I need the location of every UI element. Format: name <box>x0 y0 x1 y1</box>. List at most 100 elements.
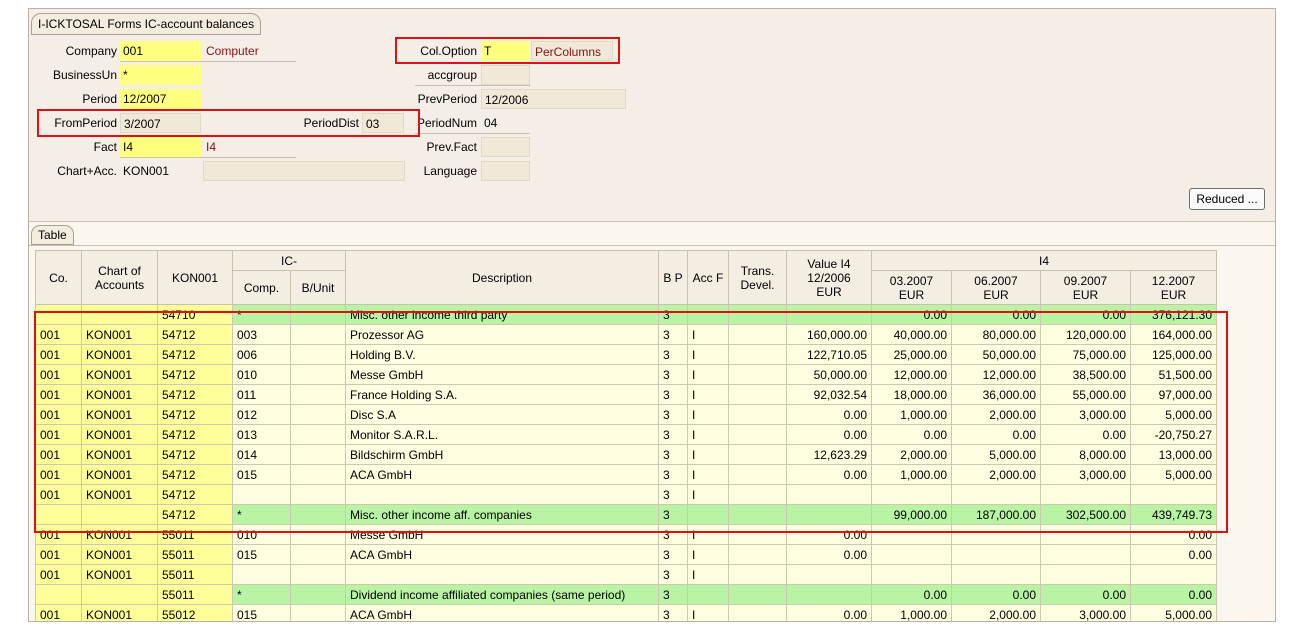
prev-period-field[interactable]: 12/2006 <box>481 89 626 109</box>
cell-bp[interactable]: 3 <box>658 564 688 585</box>
cell-value[interactable]: 0.00 <box>786 544 872 565</box>
cell-ic-company[interactable] <box>232 564 291 585</box>
cell-trans[interactable] <box>728 584 787 605</box>
col-header-trans[interactable]: Trans. Devel. <box>728 250 787 305</box>
table-tab[interactable]: Table <box>31 225 74 245</box>
cell-value[interactable]: 0.00 <box>786 604 872 621</box>
cell-description[interactable]: Dividend income affiliated companies (sa… <box>345 584 659 605</box>
cell-chart[interactable]: KON001 <box>81 604 158 621</box>
cell-business-unit[interactable] <box>290 584 346 605</box>
cell-business-unit[interactable] <box>290 564 346 585</box>
accgroup-field[interactable] <box>481 65 530 85</box>
period-4-date: 12.2007 <box>1151 273 1196 288</box>
table-row[interactable]: 001 KON001 55012 015 ACA GmbH 3 I 0.00 1,000.00 2… <box>35 604 1217 621</box>
cell-period-3[interactable]: 3,000.00 <box>1040 604 1131 621</box>
language-field[interactable] <box>481 161 530 181</box>
cell-trans[interactable] <box>728 544 787 565</box>
col-header-accf[interactable]: Acc F <box>687 250 729 305</box>
period-num-field[interactable]: 04 <box>481 113 530 133</box>
cell-account[interactable]: 55011 <box>157 564 233 585</box>
cell-period-3[interactable] <box>1040 544 1131 565</box>
accgroup-underline <box>415 85 530 86</box>
cell-company[interactable]: 001 <box>35 604 82 621</box>
value-header-line1: Value I4 <box>807 256 851 271</box>
reduced-button[interactable]: Reduced ... <box>1189 188 1265 210</box>
table-row[interactable]: 001 KON001 55011 015 ACA GmbH 3 I 0.00 0.00 <box>35 544 1217 565</box>
cell-value[interactable] <box>786 584 872 605</box>
cell-bp[interactable]: 3 <box>658 584 688 605</box>
col-header-chart[interactable]: Chart of Accounts <box>81 250 158 305</box>
cell-trans[interactable] <box>728 604 787 621</box>
chart-acc-description <box>203 161 405 181</box>
fact-field[interactable]: I4 <box>120 137 201 157</box>
cell-accf[interactable]: I <box>687 564 729 585</box>
table-row[interactable]: 001 KON001 55011 3 I <box>35 564 1217 585</box>
cell-period-2[interactable]: 0.00 <box>951 584 1041 605</box>
cell-period-2[interactable]: 2,000.00 <box>951 604 1041 621</box>
cell-ic-company[interactable]: 015 <box>232 544 291 565</box>
cell-business-unit[interactable] <box>290 544 346 565</box>
cell-accf[interactable]: I <box>687 604 729 621</box>
table-area: Co. Chart of Accounts KON001 IC- Descrip… <box>29 245 1275 621</box>
col-header-co[interactable]: Co. <box>35 250 82 305</box>
cell-period-2[interactable] <box>951 544 1041 565</box>
company-description: Computer <box>206 44 259 58</box>
cell-period-3[interactable]: 0.00 <box>1040 584 1131 605</box>
cell-period-1[interactable]: 0.00 <box>871 584 952 605</box>
col-header-period-3[interactable]: 09.2007 EUR <box>1040 270 1131 305</box>
col-header-bunit[interactable]: B/Unit <box>290 270 346 305</box>
cell-period-4[interactable]: 5,000.00 <box>1130 604 1217 621</box>
cell-description[interactable]: ACA GmbH <box>345 604 659 621</box>
cell-chart[interactable] <box>81 584 158 605</box>
cell-description[interactable]: ACA GmbH <box>345 544 659 565</box>
cell-business-unit[interactable] <box>290 604 346 621</box>
rows-highlight <box>34 311 1228 533</box>
cell-bp[interactable]: 3 <box>658 604 688 621</box>
cell-period-3[interactable] <box>1040 564 1131 585</box>
period-field[interactable]: 12/2007 <box>120 89 201 109</box>
col-header-comp[interactable]: Comp. <box>232 270 291 305</box>
cell-bp[interactable]: 3 <box>658 544 688 565</box>
prev-fact-label: Prev.Fact <box>426 140 477 154</box>
cell-period-1[interactable] <box>871 564 952 585</box>
cell-company[interactable]: 001 <box>35 564 82 585</box>
col-header-period-2[interactable]: 06.2007 EUR <box>951 270 1041 305</box>
period-3-currency: EUR <box>1072 287 1099 302</box>
cell-description[interactable] <box>345 564 659 585</box>
col-header-period-1[interactable]: 03.2007 EUR <box>871 270 952 305</box>
cell-ic-company[interactable]: 015 <box>232 604 291 621</box>
period-2-date: 06.2007 <box>974 273 1018 288</box>
col-header-period-4[interactable]: 12.2007 EUR <box>1130 270 1217 305</box>
cell-value[interactable] <box>786 564 872 585</box>
cell-accf[interactable] <box>687 584 729 605</box>
cell-ic-company[interactable]: * <box>232 584 291 605</box>
company-field[interactable]: 001 <box>120 41 201 61</box>
cell-company[interactable] <box>35 584 82 605</box>
col-header-description[interactable]: Description <box>345 250 659 305</box>
cell-account[interactable]: 55011 <box>157 584 233 605</box>
col-header-value[interactable]: Value I4 12/2006 EUR <box>786 250 872 305</box>
cell-period-1[interactable]: 1,000.00 <box>871 604 952 621</box>
cell-chart[interactable]: KON001 <box>81 544 158 565</box>
business-unit-field[interactable]: * <box>120 65 201 85</box>
window-title-tab[interactable]: I-ICKTOSAL Forms IC-account balances <box>31 13 262 35</box>
cell-period-4[interactable] <box>1130 564 1217 585</box>
prev-fact-field[interactable] <box>481 137 530 157</box>
cell-company[interactable]: 001 <box>35 544 82 565</box>
cell-period-4[interactable]: 0.00 <box>1130 544 1217 565</box>
cell-trans[interactable] <box>728 564 787 585</box>
cell-accf[interactable]: I <box>687 544 729 565</box>
summary-row[interactable]: 55011 * Dividend income affiliated compani… <box>35 584 1217 605</box>
cell-account[interactable]: 55012 <box>157 604 233 621</box>
col-header-bp[interactable]: B P <box>658 250 688 305</box>
fact-label: Fact <box>93 140 117 154</box>
cell-period-1[interactable] <box>871 544 952 565</box>
business-unit-label: BusinessUn <box>52 68 117 82</box>
chart-acc-field[interactable]: KON001 <box>120 161 201 181</box>
cell-account[interactable]: 55011 <box>157 544 233 565</box>
cell-chart[interactable]: KON001 <box>81 564 158 585</box>
cell-period-4[interactable]: 0.00 <box>1130 584 1217 605</box>
prev-period-label: PrevPeriod <box>417 92 477 106</box>
cell-period-2[interactable] <box>951 564 1041 585</box>
col-header-kon[interactable]: KON001 <box>157 250 233 305</box>
